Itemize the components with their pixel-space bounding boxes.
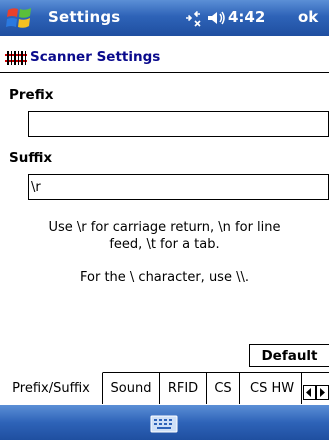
- suffix-input[interactable]: [28, 174, 329, 200]
- keyboard-icon[interactable]: [150, 415, 178, 433]
- tab-cs[interactable]: CS: [207, 372, 240, 404]
- tab-sound[interactable]: Sound: [103, 372, 160, 404]
- app-header: Scanner Settings: [0, 40, 329, 72]
- default-button[interactable]: Default: [249, 344, 329, 367]
- scroll-right-icon: [320, 388, 325, 397]
- help-text-line-3: For the \ character, use \\.: [80, 270, 249, 285]
- windows-start-icon[interactable]: [5, 4, 35, 32]
- connectivity-icon[interactable]: [184, 9, 202, 27]
- tab-label: Sound: [110, 381, 152, 396]
- help-text-line-2: feed, \t for a tab.: [109, 237, 220, 252]
- suffix-label: Suffix: [9, 150, 53, 166]
- window-title: Settings: [48, 8, 121, 26]
- scanner-app-icon: [5, 51, 27, 65]
- tab-cs-hw[interactable]: CS HW: [240, 372, 302, 404]
- prefix-input[interactable]: [28, 111, 329, 137]
- clock[interactable]: 4:42: [228, 8, 265, 26]
- tab-label: CS HW: [250, 381, 295, 396]
- page-title: Scanner Settings: [30, 49, 161, 65]
- tab-scroll-left[interactable]: [303, 385, 316, 400]
- ok-button[interactable]: ok: [298, 8, 318, 26]
- prefix-label: Prefix: [9, 87, 54, 103]
- tab-prefix-suffix[interactable]: Prefix/Suffix: [0, 372, 103, 404]
- speaker-icon[interactable]: [206, 10, 226, 26]
- title-bar: Settings 4:42 ok: [0, 0, 329, 36]
- bottom-bar: [0, 405, 329, 440]
- header-divider: [0, 72, 329, 73]
- tab-scroll-right[interactable]: [316, 385, 329, 400]
- tab-label: RFID: [167, 381, 199, 396]
- tab-label: Prefix/Suffix: [12, 381, 90, 396]
- tab-rfid[interactable]: RFID: [160, 372, 207, 404]
- tab-label: CS: [214, 381, 232, 396]
- scroll-left-icon: [306, 388, 311, 397]
- help-text-line-1: Use \r for carriage return, \n for line: [48, 220, 281, 235]
